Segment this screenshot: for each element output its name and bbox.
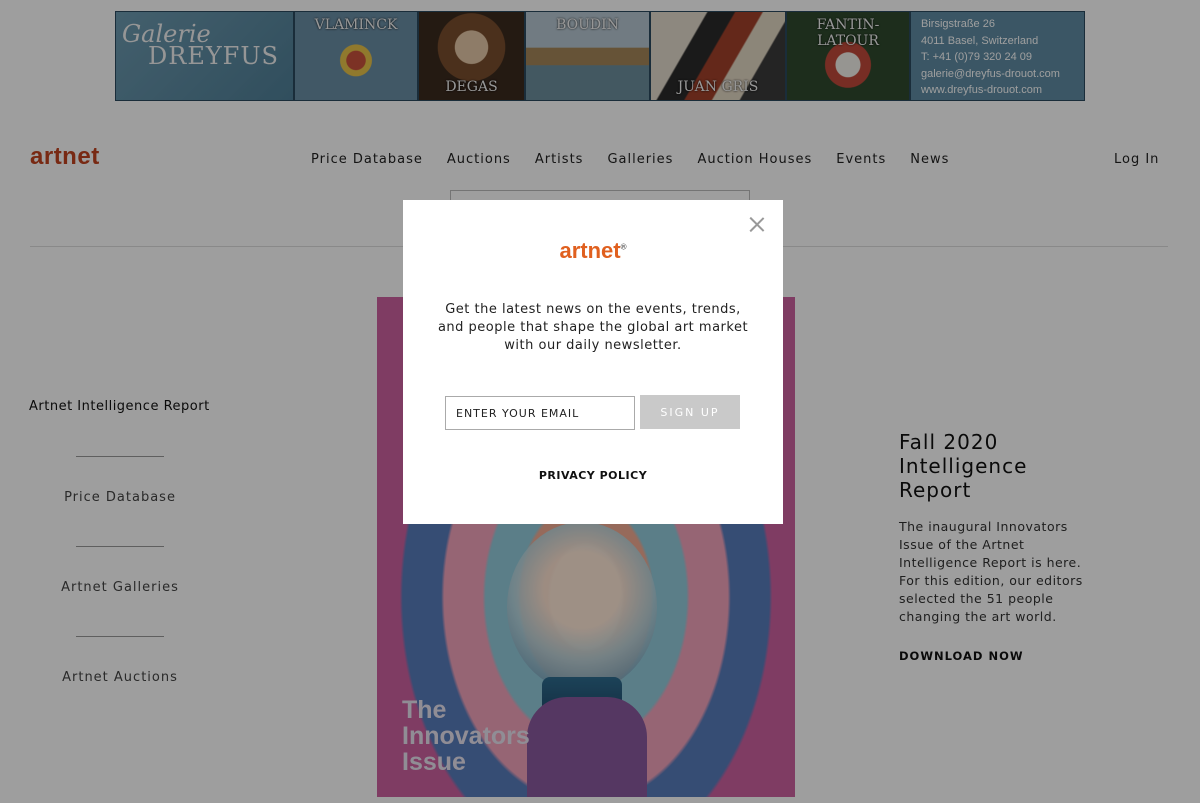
newsletter-modal: artnet® Get the latest news on the event… [403,200,783,524]
close-icon[interactable] [749,216,765,232]
privacy-policy-link[interactable]: PRIVACY POLICY [403,469,783,482]
modal-logo-text: artnet [559,238,621,263]
email-field[interactable] [445,396,635,430]
sign-up-button[interactable]: SIGN UP [640,395,740,429]
registered-mark: ® [620,242,627,252]
modal-logo: artnet® [403,238,783,264]
modal-description: Get the latest news on the events, trend… [437,302,749,353]
